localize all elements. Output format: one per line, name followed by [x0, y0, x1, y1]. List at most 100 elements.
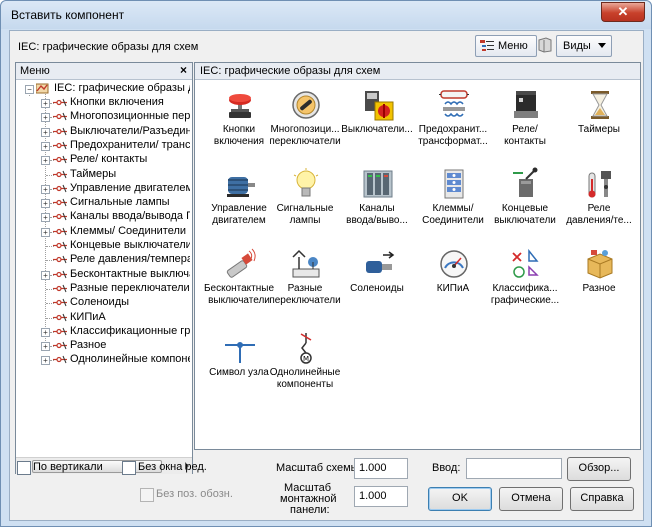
expand-icon[interactable]: + [41, 227, 50, 237]
expand-icon[interactable]: + [41, 270, 50, 280]
menu-button-label: Меню [498, 40, 528, 52]
component-label: Таймеры [561, 124, 637, 136]
tree-item[interactable]: + Клеммы/ Соединители [16, 225, 190, 239]
component-label-line1: Предохранит... [418, 124, 488, 135]
tree-item[interactable]: + Кнопки включения [16, 96, 190, 110]
gauge-icon [440, 250, 468, 278]
expand-icon[interactable]: + [41, 156, 50, 166]
tree-item-label: Многопозиционные переключатели [70, 110, 190, 123]
help-button[interactable]: Справка [570, 487, 634, 511]
component-tile[interactable]: Разные переключатели [269, 244, 341, 324]
component-tile[interactable]: Клеммы/Соединители [419, 164, 487, 244]
views-dropdown[interactable]: Виды [556, 35, 612, 57]
favorites-icon[interactable] [537, 37, 553, 53]
component-tile[interactable]: Концевые выключатели [491, 164, 559, 244]
menu-toggle-button[interactable]: Меню [475, 35, 537, 57]
component-tile[interactable]: Символ узла [205, 328, 273, 408]
tree-item[interactable]: КИПиА [16, 311, 190, 325]
expand-icon[interactable]: + [41, 99, 50, 108]
tree-item[interactable]: + Каналы ввода/вывода ПЛК [16, 210, 190, 224]
expand-icon[interactable]: + [41, 199, 50, 209]
cancel-button[interactable]: Отмена [499, 487, 563, 511]
component-label: Разное [561, 283, 637, 295]
no-edit-checkbox[interactable] [122, 461, 136, 475]
tree-item[interactable]: Соленоиды [16, 296, 190, 310]
tree-item[interactable]: + Сигнальные лампы [16, 196, 190, 210]
component-label: КИПиА [415, 283, 491, 295]
collapse-icon[interactable]: − [25, 85, 34, 94]
component-tile[interactable]: Бесконтактные выключатели [204, 244, 274, 324]
component-tile[interactable]: Реле/контакты [491, 85, 559, 165]
component-label: Реле давления/те... [561, 203, 637, 227]
browse-button[interactable]: Обзор... [567, 457, 631, 481]
component-tile[interactable]: M Однолинейные компоненты [270, 328, 340, 408]
proximity-switch-icon [226, 248, 256, 278]
expand-icon[interactable]: + [41, 342, 50, 352]
component-tile[interactable]: Разное [565, 244, 633, 324]
menu-panel-title: Меню [20, 65, 50, 77]
tree-item[interactable]: + Выключатели/Разъединители [16, 125, 190, 139]
close-button[interactable]: ✕ [601, 2, 645, 22]
component-tile[interactable]: Сигнальные лампы [271, 164, 339, 244]
component-tile[interactable]: Соленоиды [343, 244, 411, 324]
component-label-line1: Бесконтактные [203, 283, 275, 294]
dialog-window: Вставить компонент ✕ IEC: графические об… [0, 0, 652, 527]
category-icon [53, 113, 67, 121]
tree-item[interactable]: Разные переключатели [16, 282, 190, 296]
expand-icon[interactable]: + [41, 127, 50, 137]
tree-item[interactable]: + Классификационные графические [16, 325, 190, 339]
disconnect-switch-icon [365, 91, 394, 121]
input-field[interactable] [466, 458, 562, 479]
vertical-checkbox[interactable] [17, 461, 31, 475]
component-tile[interactable]: Предохранит... трансформат... [418, 85, 488, 165]
tree-item[interactable]: Реле давления/температуры [16, 253, 190, 267]
scale-schema-input[interactable]: 1.000 [354, 458, 408, 479]
tree-item[interactable]: + Предохранители/ трансформаторы [16, 139, 190, 153]
component-tile[interactable]: Многопозици... переключатели [269, 85, 341, 165]
component-tile[interactable]: Кнопки включения [205, 85, 273, 165]
category-icon [53, 213, 67, 221]
tree-item-label: Бесконтактные выключатели [70, 267, 190, 280]
component-tile[interactable]: Каналы ввода/выво... [343, 164, 411, 244]
tree-item[interactable]: + Реле/ контакты [16, 153, 190, 167]
tree-item-label: Соленоиды [70, 296, 130, 309]
component-label-line1: Кнопки [222, 124, 256, 135]
category-icon [53, 127, 67, 135]
component-tile[interactable]: Выключатели... [341, 85, 413, 165]
component-label: Символ узла [201, 367, 277, 379]
component-tile[interactable]: Управление двигателем [205, 164, 273, 244]
expand-icon[interactable]: + [41, 327, 50, 337]
component-tile[interactable]: Классифика... графические... [491, 244, 559, 324]
ok-button[interactable]: OK [428, 487, 492, 511]
tree-item-label: Таймеры [70, 167, 117, 180]
component-label-line2: Соединители [422, 215, 484, 226]
expand-icon[interactable]: + [41, 141, 50, 151]
menu-panel-header: Меню × [16, 63, 192, 80]
expand-icon[interactable]: + [41, 213, 50, 223]
menu-tree: − IEC: графические образы для схем + Кноп… [16, 80, 190, 456]
tree-root[interactable]: − IEC: графические образы для схем [16, 82, 190, 96]
component-tile[interactable]: Реле давления/те... [565, 164, 633, 244]
component-label-line1: Разное [582, 283, 616, 294]
tree-item[interactable]: + Управление двигателем [16, 182, 190, 196]
no-pos-checkbox[interactable] [140, 488, 154, 502]
tree-item[interactable]: + Разное [16, 339, 190, 353]
component-label: Управление двигателем [201, 203, 277, 227]
component-label-line1: Концевые [501, 203, 549, 214]
lamp-icon [293, 168, 319, 197]
tree-item[interactable]: Концевые выключатели [16, 239, 190, 253]
component-label-line2: включения [213, 136, 265, 147]
expand-icon[interactable]: + [41, 113, 50, 123]
pushbutton-icon [229, 94, 251, 118]
tree-item[interactable]: + Однолинейные компоненты [16, 353, 190, 367]
close-icon[interactable]: × [180, 63, 187, 77]
solenoid-icon [366, 251, 395, 273]
tree-item[interactable]: + Многопозиционные переключатели [16, 110, 190, 124]
expand-icon[interactable]: + [41, 184, 50, 194]
component-tile[interactable]: Таймеры [565, 85, 633, 165]
scale-panel-input[interactable]: 1.000 [354, 486, 408, 507]
tree-item[interactable]: + Бесконтактные выключатели [16, 268, 190, 282]
component-tile[interactable]: КИПиА [419, 244, 487, 324]
expand-icon[interactable]: + [41, 356, 50, 366]
tree-item[interactable]: Таймеры [16, 168, 190, 182]
